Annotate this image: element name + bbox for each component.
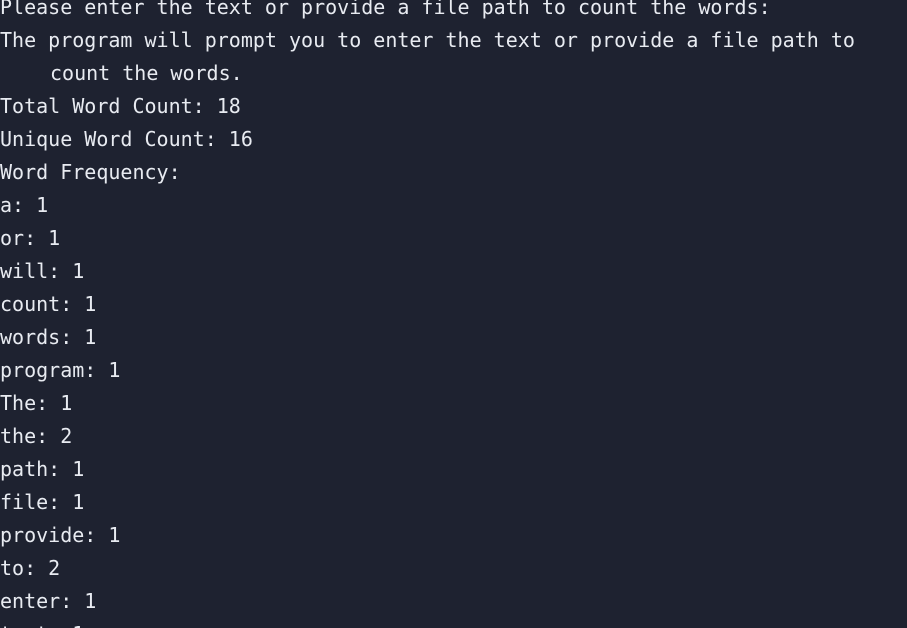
frequency-entry: path: 1 (0, 457, 85, 481)
frequency-entry: provide: 1 (0, 523, 121, 547)
frequency-entry: or: 1 (0, 226, 61, 250)
frequency-entry: text: 1 (0, 618, 907, 628)
unique-word-count: Unique Word Count: 16 (0, 127, 253, 151)
terminal-window: Please enter the text or provide a file … (0, 0, 907, 628)
frequency-entry: words: 1 (0, 325, 97, 349)
frequency-entry: a: 1 (0, 193, 49, 217)
word-frequency-heading: Word Frequency: (0, 160, 181, 184)
frequency-entry: enter: 1 (0, 589, 97, 613)
frequency-entry: The: 1 (0, 391, 73, 415)
user-input-line-1: The program will prompt you to enter the… (0, 28, 855, 52)
frequency-entry: will: 1 (0, 259, 85, 283)
frequency-entry: file: 1 (0, 490, 85, 514)
frequency-entry: the: 2 (0, 424, 73, 448)
user-input-line-2: count the words. (50, 61, 243, 85)
frequency-entry: to: 2 (0, 556, 61, 580)
terminal-output: Please enter the text or provide a file … (0, 0, 907, 628)
input-prompt: Please enter the text or provide a file … (0, 0, 771, 19)
frequency-entry: program: 1 (0, 358, 121, 382)
frequency-entry: count: 1 (0, 292, 97, 316)
total-word-count: Total Word Count: 18 (0, 94, 241, 118)
